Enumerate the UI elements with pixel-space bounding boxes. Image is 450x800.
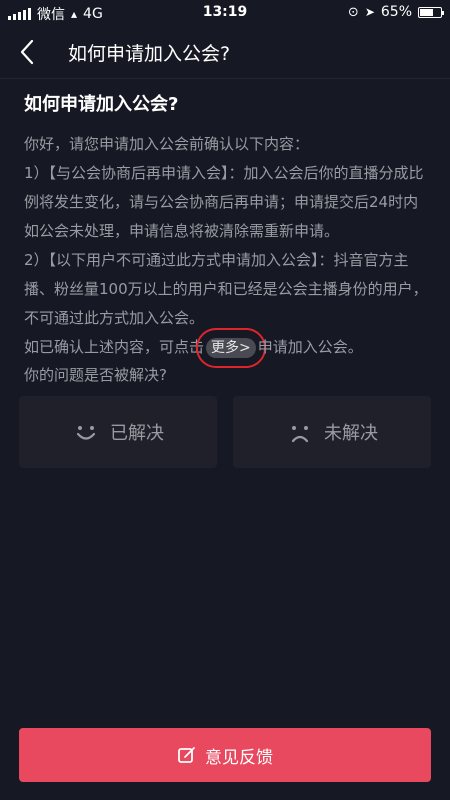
edit-icon (178, 747, 195, 763)
battery-percent: 65% (380, 4, 412, 20)
confirm-suffix: 申请加入公会。 (257, 338, 363, 356)
resolved-button[interactable]: 已解决 (19, 396, 217, 468)
status-right: ⊙ ➤ 65% (347, 4, 444, 20)
feedback-button[interactable]: 意见反馈 (19, 728, 431, 782)
article: 如何申请加入公会? 你好，请您申请加入公会前确认以下内容： 1）【与公会协商后再… (24, 92, 428, 368)
article-title: 如何申请加入公会? (24, 94, 179, 115)
item-2-text: 2）【以下用户不可通过此方式申请加入公会】：抖音官方主播、粉丝量100万以上的用… (24, 251, 428, 327)
feedback-question: 你的问题是否被解决? (24, 366, 167, 384)
page-title: 如何申请加入公会? (68, 43, 231, 65)
unresolved-button[interactable]: 未解决 (233, 396, 431, 468)
battery-icon (418, 6, 444, 18)
feedback-options: 已解决 未解决 (19, 396, 431, 468)
unresolved-label: 未解决 (324, 423, 378, 444)
intro-text: 你好，请您申请加入公会前确认以下内容： (24, 135, 310, 153)
more-link-button[interactable]: 更多> (196, 328, 266, 368)
location-icon: ➤ (364, 5, 375, 19)
confirm-text: 如已确认上述内容，可点击 更多> 申请加入公会。 (24, 328, 428, 368)
orientation-lock-icon: ⊙ (347, 4, 359, 20)
back-button[interactable] (10, 34, 46, 70)
confirm-prefix: 如已确认上述内容，可点击 (24, 338, 205, 356)
item-1-text: 1）【与公会协商后再申请入会】：加入公会后你的直播分成比例将发生变化，请与公会协… (24, 164, 424, 240)
frown-icon (291, 426, 309, 443)
smile-icon (76, 426, 96, 440)
status-bar: 微信 ▴ 4G 13:19 ⊙ ➤ 65% (0, 0, 450, 26)
resolved-label: 已解决 (110, 423, 164, 444)
chevron-left-icon (20, 39, 34, 65)
nav-bar: 如何申请加入公会? (0, 26, 450, 79)
feedback-button-label: 意见反馈 (205, 747, 273, 768)
